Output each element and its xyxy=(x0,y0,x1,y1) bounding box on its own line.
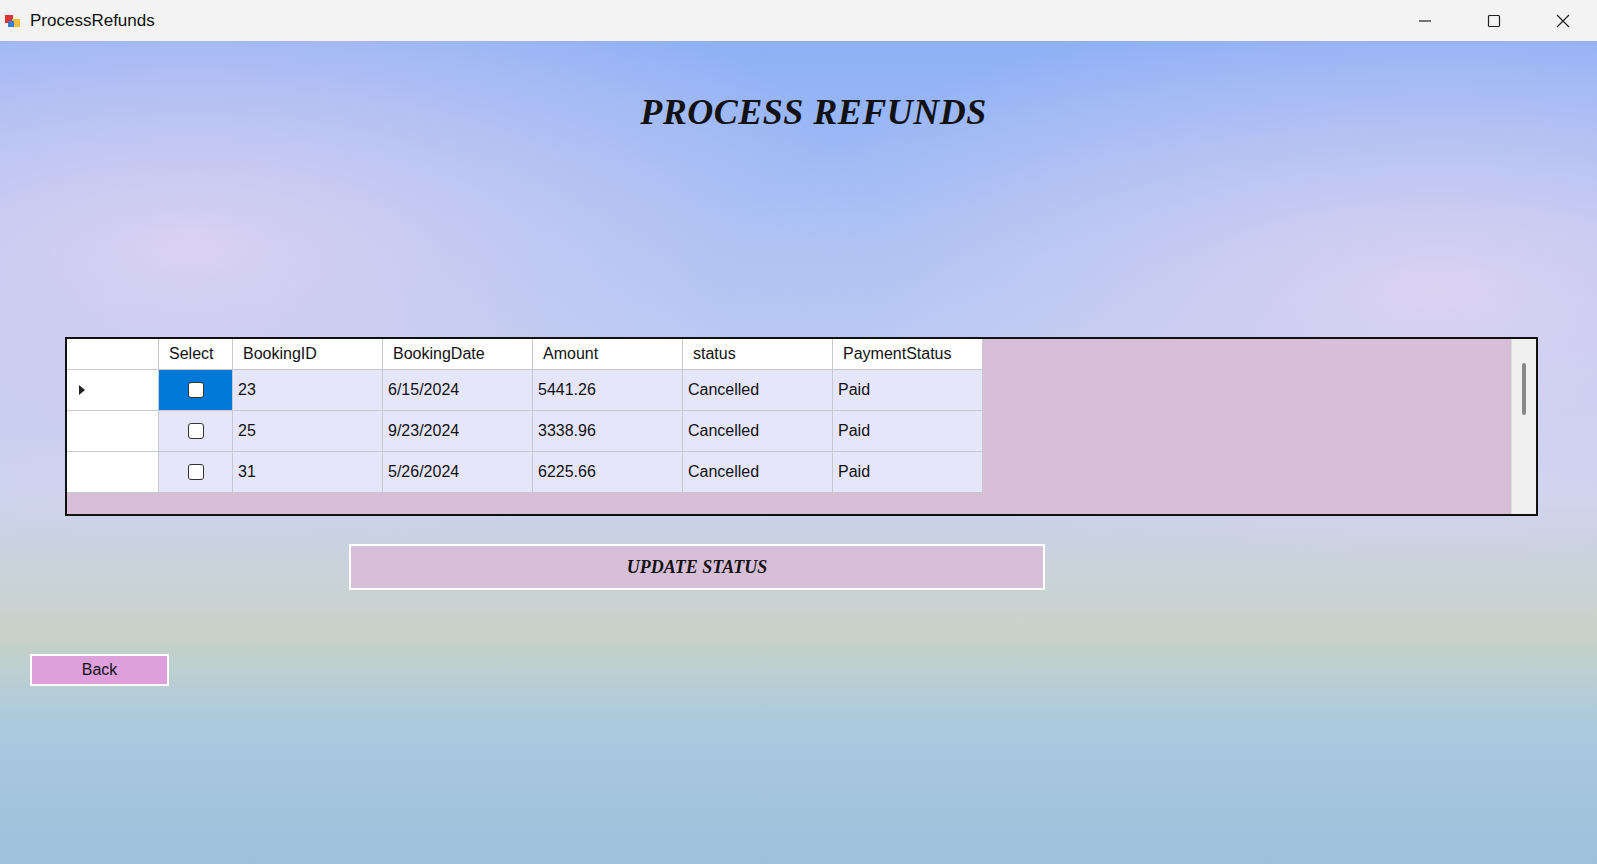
vertical-scrollbar[interactable] xyxy=(1511,339,1536,514)
table-cell[interactable]: 23 xyxy=(233,370,383,411)
column-header[interactable]: status xyxy=(683,339,833,370)
maximize-button[interactable] xyxy=(1459,0,1528,41)
close-button[interactable] xyxy=(1528,0,1597,41)
table-cell[interactable]: 5441.26 xyxy=(533,370,683,411)
table-cell[interactable]: 6/15/2024 xyxy=(383,370,533,411)
back-button[interactable]: Back xyxy=(30,654,169,686)
column-header[interactable]: BookingID xyxy=(233,339,383,370)
table-cell[interactable]: 5/26/2024 xyxy=(383,452,533,493)
row-header[interactable] xyxy=(67,411,159,452)
page-heading: PROCESS REFUNDS xyxy=(0,91,1597,133)
process-refunds-window: ProcessRefundsPROCESS REFUNDSSelectBooki… xyxy=(0,0,1597,864)
refunds-table: SelectBookingIDBookingDateAmountstatusPa… xyxy=(65,337,1538,516)
select-checkbox[interactable] xyxy=(188,464,204,480)
table-row[interactable]: 236/15/20245441.26CancelledPaid xyxy=(67,370,983,411)
minimize-button[interactable] xyxy=(1390,0,1459,41)
table-cell[interactable]: Paid xyxy=(833,370,983,411)
select-checkbox[interactable] xyxy=(188,382,204,398)
window-title: ProcessRefunds xyxy=(30,11,155,31)
table-row[interactable]: 315/26/20246225.66CancelledPaid xyxy=(67,452,983,493)
column-header[interactable]: PaymentStatus xyxy=(833,339,983,370)
row-header[interactable] xyxy=(67,452,159,493)
column-header[interactable]: Select xyxy=(159,339,233,370)
column-header[interactable]: BookingDate xyxy=(383,339,533,370)
title-bar: ProcessRefunds xyxy=(0,0,1597,41)
app-icon xyxy=(4,12,22,30)
table-cell[interactable]: 31 xyxy=(233,452,383,493)
row-header-corner xyxy=(67,339,159,370)
row-header[interactable] xyxy=(67,370,159,411)
table-cell[interactable]: 25 xyxy=(233,411,383,452)
background-photo: PROCESS REFUNDS SelectBookingIDBookingDat… xyxy=(0,41,1597,864)
table-header: SelectBookingIDBookingDateAmountstatusPa… xyxy=(67,339,983,370)
minimize-icon xyxy=(1418,14,1432,28)
close-icon xyxy=(1556,14,1570,28)
select-cell[interactable] xyxy=(159,452,233,493)
table-cell[interactable]: 6225.66 xyxy=(533,452,683,493)
table-row[interactable]: 259/23/20243338.96CancelledPaid xyxy=(67,411,983,452)
table-cell[interactable]: Cancelled xyxy=(683,452,833,493)
column-header[interactable]: Amount xyxy=(533,339,683,370)
maximize-icon xyxy=(1487,14,1501,28)
table-cell[interactable]: Paid xyxy=(833,411,983,452)
scrollbar-thumb[interactable] xyxy=(1522,363,1526,415)
select-cell[interactable] xyxy=(159,370,233,411)
select-cell[interactable] xyxy=(159,411,233,452)
table-cell[interactable]: 9/23/2024 xyxy=(383,411,533,452)
current-row-icon xyxy=(77,384,87,396)
update-status-button[interactable]: UPDATE STATUS xyxy=(349,544,1045,590)
table-cell[interactable]: Paid xyxy=(833,452,983,493)
table-cell[interactable]: Cancelled xyxy=(683,370,833,411)
table-cell[interactable]: Cancelled xyxy=(683,411,833,452)
empty-grid-area xyxy=(983,339,1511,514)
table-cell[interactable]: 3338.96 xyxy=(533,411,683,452)
select-checkbox[interactable] xyxy=(188,423,204,439)
